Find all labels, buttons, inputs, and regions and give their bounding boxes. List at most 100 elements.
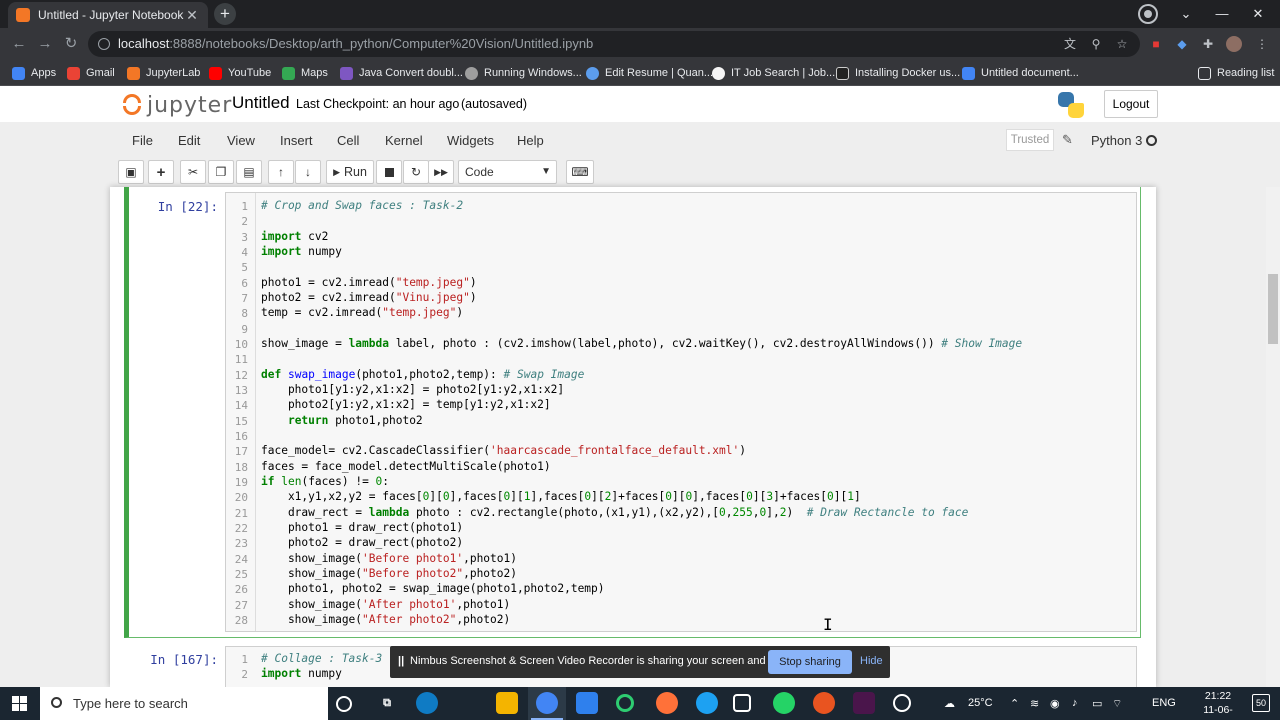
bookmark-youtube[interactable]: YouTube (209, 64, 271, 82)
code-editor[interactable] (225, 192, 1137, 632)
extensions-puzzle-icon[interactable]: ✚ (1200, 36, 1216, 52)
save-button[interactable]: ▣ (118, 160, 144, 184)
interrupt-kernel-button[interactable] (376, 160, 402, 184)
bookmark-edit-resume[interactable]: Edit Resume | Quan... (586, 64, 713, 82)
restart-kernel-button[interactable]: ↻ (403, 160, 429, 184)
command-palette-button[interactable]: ⌨ (566, 160, 594, 184)
minimize-window-button[interactable]: — (1204, 0, 1240, 28)
app-circle-icon[interactable] (616, 694, 634, 712)
battery-icon[interactable]: ▭ (1092, 697, 1102, 710)
volume-icon[interactable]: ♪ (1072, 697, 1078, 709)
virtualbox-icon[interactable] (733, 694, 751, 712)
line-number: 16 (234, 429, 248, 443)
move-cell-up-button[interactable]: ↑ (268, 160, 294, 184)
slack-icon[interactable] (853, 692, 875, 714)
reading-list[interactable]: Reading list (1198, 64, 1274, 82)
edge-icon[interactable] (416, 692, 438, 714)
address-bar[interactable]: localhost:8888/notebooks/Desktop/arth_py… (88, 31, 1140, 57)
line-number: 17 (234, 445, 248, 459)
cut-cells-button[interactable]: ✂ (180, 160, 206, 184)
scrollbar-thumb[interactable] (1268, 274, 1278, 344)
bookmark-untitled-document[interactable]: Untitled document... (962, 64, 1079, 82)
code-line: show_image("After photo2",photo2) (261, 613, 511, 626)
run-button[interactable]: ▶ Run (326, 160, 374, 184)
firefox-icon[interactable] (656, 692, 678, 714)
line-number: 12 (234, 368, 248, 382)
bookmark-apps[interactable]: Apps (12, 64, 56, 82)
ubuntu-icon[interactable] (813, 692, 835, 714)
autosave-status: (autosaved) (461, 97, 528, 111)
taskbar-search-box[interactable]: Type here to search (40, 687, 328, 720)
notification-center-button[interactable]: 50 (1252, 694, 1270, 712)
page-scrollbar[interactable] (1266, 187, 1280, 687)
close-tab-icon[interactable]: ✕ (184, 7, 200, 24)
bookmark-java-convert[interactable]: Java Convert doubl... (340, 64, 463, 82)
restart-run-all-button[interactable]: ▶▶ (428, 160, 454, 184)
bookmark-maps[interactable]: Maps (282, 64, 328, 82)
menu-help[interactable]: Help (517, 133, 544, 148)
jupyterlab-icon (127, 66, 140, 80)
profile-icon[interactable] (1138, 4, 1158, 24)
extension-pocket-icon[interactable]: ■ (1148, 36, 1164, 52)
bookmark-installing-docker[interactable]: Installing Docker us... (836, 64, 960, 82)
bookmark-jupyterlab[interactable]: JupyterLab (127, 64, 200, 82)
app-icon[interactable] (696, 692, 718, 714)
notebook-name[interactable]: Untitled (232, 93, 290, 113)
avatar[interactable] (1226, 36, 1242, 52)
file-explorer-icon[interactable] (496, 692, 518, 714)
translate-icon[interactable]: 文 (1062, 36, 1078, 52)
extension-icon[interactable]: ◆ (1174, 36, 1190, 52)
site-info-icon[interactable] (98, 38, 110, 50)
menu-widgets[interactable]: Widgets (447, 133, 494, 148)
clock-app-icon[interactable] (893, 694, 911, 712)
chrome-icon (536, 692, 558, 714)
back-icon[interactable]: ← (8, 33, 30, 55)
logout-button[interactable]: Logout (1104, 90, 1158, 118)
menu-insert[interactable]: Insert (280, 133, 313, 148)
stop-sharing-button[interactable]: Stop sharing (768, 650, 852, 674)
menu-cell[interactable]: Cell (337, 133, 359, 148)
bookmark-gmail[interactable]: Gmail (67, 64, 115, 82)
bookmark-star-icon[interactable]: ☆ (1114, 36, 1130, 52)
search-tabs-icon[interactable]: ⌄ (1168, 0, 1204, 28)
jupyter-logo[interactable]: jupyter (120, 92, 231, 118)
whatsapp-icon[interactable] (773, 692, 795, 714)
code-line: import numpy (261, 245, 342, 258)
task-view-icon[interactable]: ⧉ (376, 692, 398, 714)
zoom-icon[interactable]: ⚲ (1088, 36, 1104, 52)
kernel-name[interactable]: Python 3 (1091, 133, 1142, 148)
bookmark-running-windows[interactable]: Running Windows... (465, 64, 582, 82)
new-tab-button[interactable]: + (214, 3, 236, 25)
network-icon[interactable]: ≋ (1030, 697, 1039, 710)
language-indicator[interactable]: ENG (1152, 697, 1176, 709)
weather-icon[interactable]: ☁ (944, 697, 955, 710)
vscode-icon[interactable] (576, 692, 598, 714)
paste-cells-button[interactable]: ▤ (236, 160, 262, 184)
line-number: 26 (234, 583, 248, 597)
cell-type-select[interactable]: Code ▼ (458, 160, 557, 184)
menu-file[interactable]: File (132, 133, 153, 148)
clock[interactable]: 21:22 11-06-2021 (1192, 689, 1244, 720)
wifi-icon[interactable]: ⌔ (1112, 697, 1122, 711)
menu-edit[interactable]: Edit (178, 133, 200, 148)
mic-icon[interactable]: ◉ (1050, 697, 1060, 710)
chrome-active-tab[interactable] (528, 687, 566, 720)
bookmark-it-job-search[interactable]: IT Job Search | Job... (712, 64, 835, 82)
browser-tab[interactable]: Untitled - Jupyter Notebook ✕ (8, 2, 208, 28)
menu-kernel[interactable]: Kernel (385, 133, 423, 148)
copy-cells-button[interactable]: ❐ (208, 160, 234, 184)
forward-icon[interactable]: → (34, 33, 56, 55)
hide-button[interactable]: Hide (860, 655, 883, 667)
close-window-button[interactable]: ✕ (1240, 0, 1276, 28)
windows-start-icon[interactable] (12, 696, 28, 712)
chevron-up-icon[interactable]: ⌃ (1010, 697, 1019, 710)
menu-view[interactable]: View (227, 133, 255, 148)
move-cell-down-button[interactable]: ↓ (295, 160, 321, 184)
temperature-readout[interactable]: 25°C (968, 697, 993, 709)
trusted-indicator[interactable]: Trusted (1006, 129, 1054, 151)
insert-cell-below-button[interactable]: + (148, 160, 174, 184)
cortana-icon[interactable] (336, 696, 352, 712)
line-number: 27 (234, 598, 248, 612)
browser-menu-icon[interactable]: ⋮ (1254, 36, 1270, 52)
reload-icon[interactable]: ↻ (60, 33, 82, 55)
